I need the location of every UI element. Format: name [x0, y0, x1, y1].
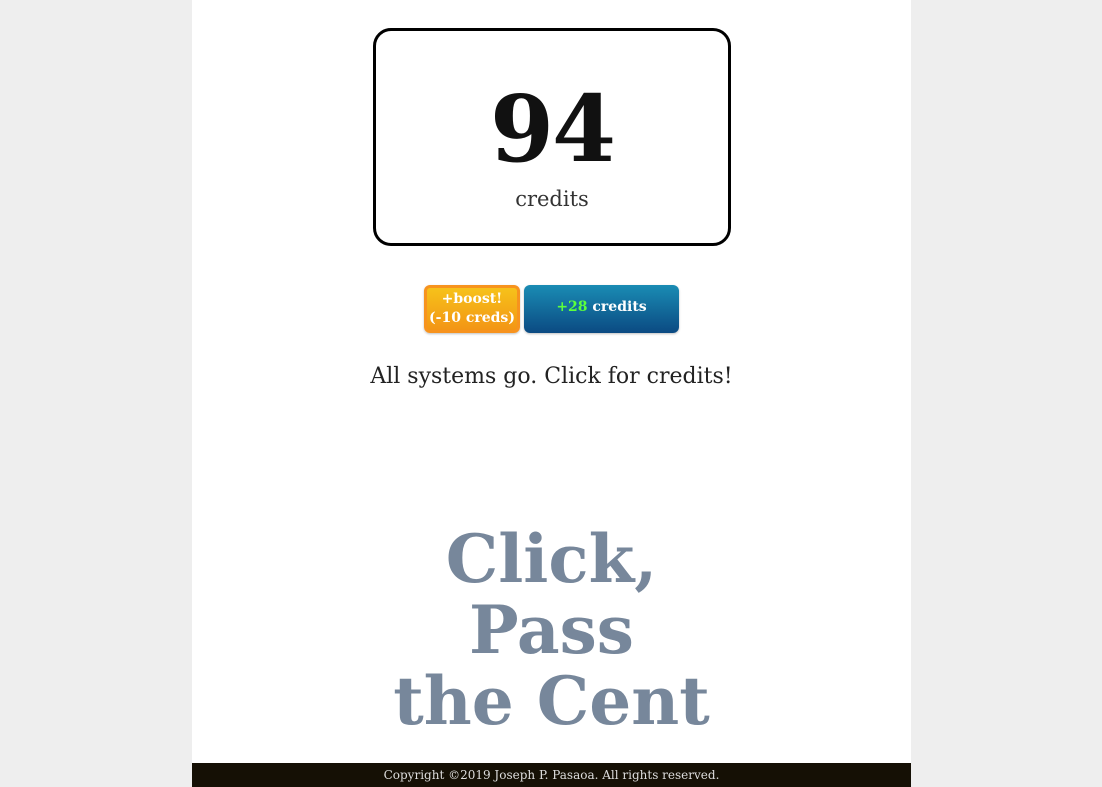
- title-line-1: Click,: [445, 520, 658, 598]
- credit-unit-label: credits: [515, 187, 589, 211]
- credit-counter-box: 94 credits: [373, 28, 731, 246]
- title-line-3: the Cent: [393, 662, 710, 740]
- credit-count: 94: [489, 75, 616, 183]
- title-line-2: Pass: [469, 591, 634, 669]
- footer-copyright: Copyright ©2019 Joseph P. Pasaoa. All ri…: [192, 763, 911, 787]
- boost-button[interactable]: +boost! (-10 creds): [424, 285, 520, 333]
- boost-cost-label: (-10 creds): [429, 310, 515, 326]
- page-content: 94 credits +boost! (-10 creds) +28 credi…: [192, 0, 911, 787]
- earn-credits-button[interactable]: +28 credits: [524, 285, 679, 333]
- credit-gain-amount: +28: [556, 299, 588, 315]
- page-title: Click, Pass the Cent: [192, 524, 911, 737]
- credit-gain-label: credits: [587, 299, 647, 315]
- boost-label: +boost!: [441, 291, 503, 307]
- status-message: All systems go. Click for credits!: [370, 364, 733, 389]
